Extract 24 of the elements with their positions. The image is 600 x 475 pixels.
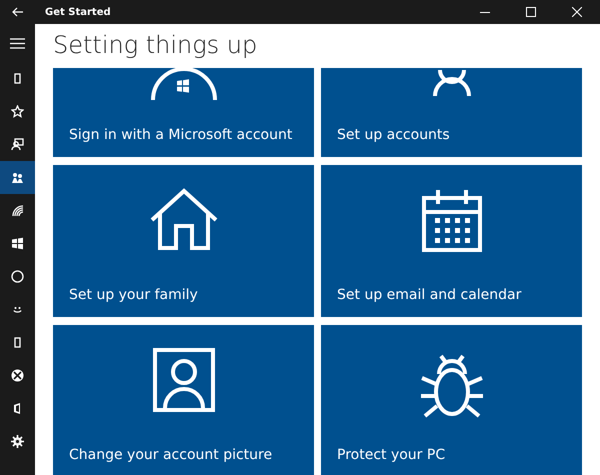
account-icon [148, 68, 218, 100]
tile-button[interactable]: Change your account picture [53, 325, 314, 475]
windows-icon [11, 237, 24, 250]
portrait-icon [152, 348, 214, 412]
window-title: Get Started [45, 6, 111, 20]
calendar-icon [422, 188, 482, 252]
star-icon [11, 105, 24, 118]
wireless-icon [11, 204, 24, 217]
back-arrow-icon [12, 7, 24, 17]
tile-button[interactable]: Sign in with a Microsoft account [53, 68, 314, 157]
tile-button[interactable]: Protect your PC [321, 325, 582, 475]
circle-icon [11, 270, 24, 283]
menu-icon [10, 38, 25, 48]
tile-button[interactable]: Set up accounts [321, 68, 582, 157]
tile-button[interactable]: Set up email and calendar [321, 165, 582, 317]
person-icon [432, 68, 472, 98]
settings-icon [11, 435, 24, 448]
person-board-icon [11, 138, 24, 151]
maximize-icon [526, 7, 536, 17]
tile-button[interactable]: Set up your family [53, 165, 314, 317]
page-heading: Setting things up [53, 30, 258, 60]
close-icon [572, 7, 582, 17]
sidebar-item[interactable] [0, 161, 35, 194]
people-icon [11, 171, 24, 184]
